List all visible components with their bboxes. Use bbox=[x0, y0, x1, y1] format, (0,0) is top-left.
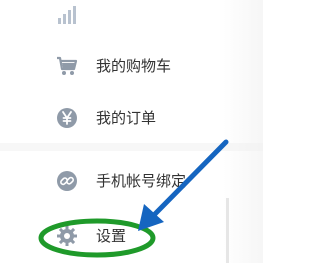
menu-item-settings[interactable]: 设置 bbox=[0, 212, 240, 260]
menu-screen: 我的购物车 我的订单 手机帐号绑定 设置 bbox=[0, 0, 263, 263]
signal-bars-icon bbox=[56, 4, 78, 26]
menu-item-settings-label: 设置 bbox=[96, 227, 127, 245]
menu-item-phone-bind-label: 手机帐号绑定 bbox=[96, 172, 187, 190]
gear-icon bbox=[56, 225, 78, 247]
link-icon bbox=[56, 170, 78, 192]
right-panel-edge bbox=[223, 0, 263, 263]
menu-item-orders[interactable]: 我的订单 bbox=[0, 94, 240, 142]
menu-item-cart-label: 我的购物车 bbox=[96, 57, 172, 75]
menu-item-phone-bind[interactable]: 手机帐号绑定 bbox=[0, 157, 240, 205]
menu-item-cart[interactable]: 我的购物车 bbox=[0, 42, 240, 90]
scroll-strip bbox=[226, 198, 229, 263]
menu-item-blurred[interactable] bbox=[0, 0, 240, 40]
yen-circle-icon bbox=[56, 107, 78, 129]
shopping-cart-icon bbox=[56, 55, 78, 77]
menu-item-orders-label: 我的订单 bbox=[96, 109, 157, 127]
